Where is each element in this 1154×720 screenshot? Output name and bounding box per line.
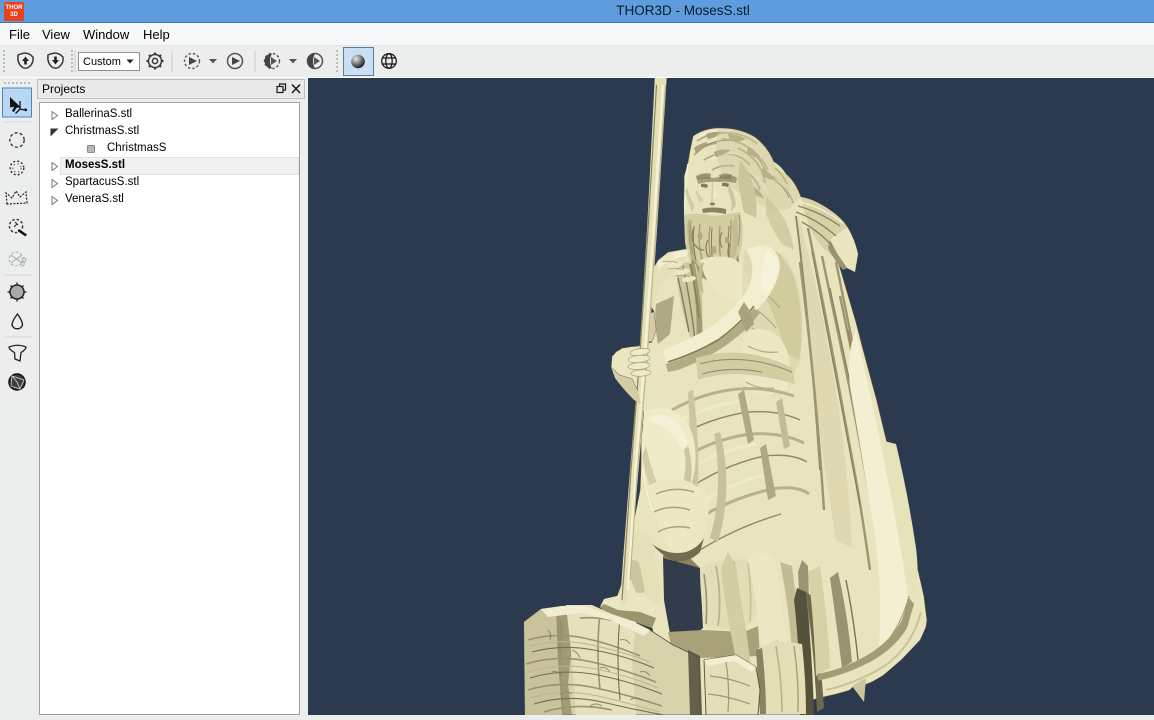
svg-text:Custom: Custom [83, 56, 121, 68]
